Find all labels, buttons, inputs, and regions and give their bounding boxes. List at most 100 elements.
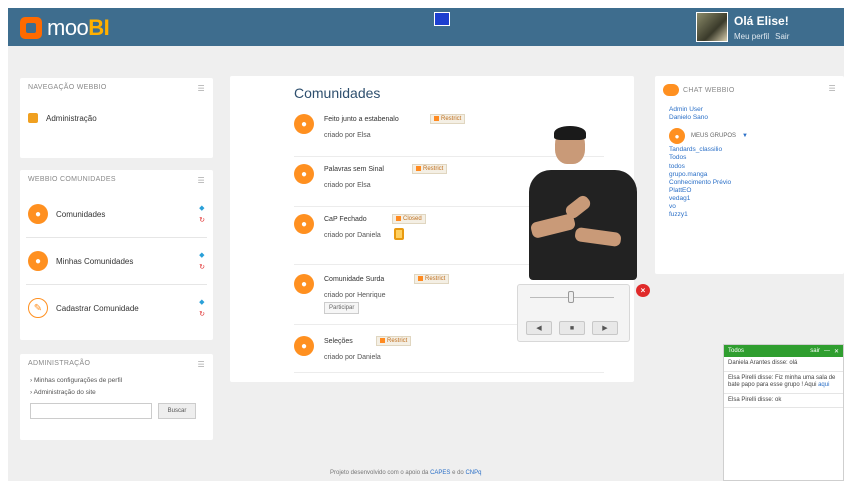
- community-name[interactable]: Feito junto a estabenalo: [324, 116, 399, 123]
- chevron-down-icon[interactable]: ▼: [742, 133, 748, 139]
- message-link[interactable]: aqui: [818, 382, 829, 388]
- sidebar-item-my-communities[interactable]: ● Minhas Comunidades ◆ ↻: [20, 246, 213, 276]
- pen-icon: ✎: [28, 298, 48, 318]
- search-input[interactable]: [30, 402, 152, 419]
- community-name[interactable]: Seleções: [324, 338, 353, 345]
- footer-text: e do: [450, 470, 466, 476]
- stop-button[interactable]: ■: [559, 321, 585, 335]
- chat-user[interactable]: Danielo Sano: [669, 114, 830, 122]
- chat-message: Daniela Arantes disse: olá: [724, 357, 843, 372]
- panel-title: NAVEGAÇÃO WEBBIO: [28, 84, 107, 91]
- panel-title: WEBBIO COMUNIDADES: [28, 176, 116, 183]
- communities-panel: WEBBIO COMUNIDADES ☰ ● Comunidades ◆ ↻ ● M…: [20, 170, 213, 340]
- page-title: Comunidades: [294, 85, 381, 101]
- chat-panel: CHAT WEBBIO ☰ Admin User Danielo Sano ● …: [655, 76, 844, 274]
- logout-link[interactable]: Sair: [775, 32, 789, 41]
- my-communities-icon: ●: [28, 251, 48, 271]
- logo-prefix: moo: [47, 15, 89, 40]
- administration-panel: ADMINISTRAÇÃO ☰ › Minhas configurações de…: [20, 354, 213, 440]
- language-flag-icon[interactable]: [434, 12, 450, 26]
- video-controls: ◀ ■ ▶: [517, 284, 630, 342]
- slider-handle[interactable]: [568, 291, 574, 303]
- join-button[interactable]: Participar: [324, 302, 360, 314]
- cnpq-link[interactable]: CNPq: [465, 470, 481, 476]
- groups-icon: ●: [669, 128, 685, 145]
- refresh-icon[interactable]: ↻: [199, 263, 205, 271]
- refresh-icon[interactable]: ↻: [199, 216, 205, 224]
- panel-title: CHAT WEBBIO: [683, 86, 735, 94]
- sidebar-item-label: Minhas Comunidades: [56, 256, 134, 266]
- collapse-icon[interactable]: ☰: [829, 84, 836, 96]
- avatar[interactable]: [696, 12, 728, 42]
- chat-message: Elsa Pirelli disse: ok: [724, 394, 843, 408]
- app-frame: mooBI Olá Elise! Meu perfil Sair NAVEGAÇ…: [8, 8, 844, 481]
- chat-exit-link[interactable]: sair: [810, 348, 820, 354]
- group-link[interactable]: PlattEO: [669, 187, 830, 195]
- close-icon[interactable]: ✕: [834, 348, 839, 355]
- info-icon[interactable]: ◆: [199, 298, 205, 306]
- community-name[interactable]: CaP Fechado: [324, 216, 367, 223]
- restriction-badge: Restrict: [430, 114, 466, 125]
- logo-text: mooBI: [47, 15, 110, 41]
- communities-icon: ●: [28, 204, 48, 224]
- info-icon[interactable]: ◆: [199, 251, 205, 259]
- capes-link[interactable]: CAPES: [430, 470, 450, 476]
- community-icon: ●: [294, 336, 314, 356]
- community-author: criado por Daniela: [324, 232, 381, 239]
- user-area: Olá Elise! Meu perfil Sair: [696, 12, 789, 42]
- group-link[interactable]: Todos: [669, 154, 830, 162]
- sidebar-item-create-community[interactable]: ✎ Cadastrar Comunidade ◆ ↻: [20, 293, 213, 323]
- collapse-icon[interactable]: ☰: [198, 176, 205, 185]
- collapse-icon[interactable]: ☰: [198, 84, 205, 93]
- community-icon: ●: [294, 164, 314, 184]
- group-link[interactable]: fuzzy1: [669, 211, 830, 219]
- sidebar-item-label: Cadastrar Comunidade: [56, 303, 139, 313]
- panel-title: ADMINISTRAÇÃO: [28, 360, 91, 367]
- close-icon[interactable]: ×: [636, 284, 650, 297]
- top-bar: mooBI Olá Elise! Meu perfil Sair: [8, 8, 844, 46]
- chat-room-title: Todos: [728, 348, 745, 354]
- profile-settings-link[interactable]: › Minhas configurações de perfil: [30, 375, 203, 387]
- group-link[interactable]: vedag1: [669, 195, 830, 203]
- sidebar-item-label: Comunidades: [56, 209, 106, 219]
- nav-item-admin[interactable]: Administração: [20, 113, 213, 123]
- community-author: criado por Elsa: [324, 132, 371, 139]
- group-link[interactable]: grupo.manga: [669, 171, 830, 179]
- profile-link[interactable]: Meu perfil: [734, 32, 769, 41]
- sidebar-item-communities[interactable]: ● Comunidades ◆ ↻: [20, 199, 213, 229]
- user-greeting: Olá Elise!: [734, 14, 789, 28]
- nav-item-label: Administração: [46, 113, 97, 123]
- community-name[interactable]: Comunidade Surda: [324, 276, 384, 283]
- link-label: Administração do site: [33, 389, 96, 397]
- footer: Projeto desenvolvido com o apoio da CAPE…: [330, 470, 481, 476]
- info-icon[interactable]: ◆: [199, 204, 205, 212]
- community-author: criado por Daniela: [324, 354, 381, 361]
- footer-text: Projeto desenvolvido com o apoio da: [330, 470, 431, 476]
- group-link[interactable]: Conhecimento Prévio: [669, 179, 830, 187]
- restriction-badge: Restrict: [412, 164, 448, 175]
- minimize-icon[interactable]: —: [824, 348, 830, 354]
- play-button[interactable]: ▶: [592, 321, 618, 335]
- rewind-button[interactable]: ◀: [526, 321, 552, 335]
- refresh-icon[interactable]: ↻: [199, 310, 205, 318]
- community-name[interactable]: Palavras sem Sinal: [324, 166, 384, 173]
- search-button[interactable]: Buscar: [158, 402, 196, 419]
- group-link[interactable]: Tandards_classilio: [669, 146, 830, 154]
- app-logo[interactable]: mooBI: [20, 15, 110, 41]
- restriction-badge: Restrict: [376, 336, 412, 347]
- logo-icon: [20, 17, 42, 39]
- chat-input[interactable]: [724, 408, 843, 438]
- groups-title: MEUS GRUPOS: [691, 133, 737, 140]
- community-icon: ●: [294, 274, 314, 294]
- community-icon: ●: [294, 214, 314, 234]
- community-author: criado por Henrique: [324, 292, 386, 299]
- group-link[interactable]: todos: [669, 163, 830, 171]
- restriction-badge: Closed: [392, 214, 426, 225]
- collapse-icon[interactable]: ☰: [198, 360, 205, 369]
- group-link[interactable]: vo: [669, 203, 830, 211]
- chat-user[interactable]: Admin User: [669, 106, 830, 114]
- site-admin-link[interactable]: › Administração do site: [30, 387, 203, 399]
- restriction-badge: Restrict: [414, 274, 450, 285]
- lock-icon: [394, 228, 404, 240]
- navigation-panel: NAVEGAÇÃO WEBBIO ☰ Administração: [20, 78, 213, 158]
